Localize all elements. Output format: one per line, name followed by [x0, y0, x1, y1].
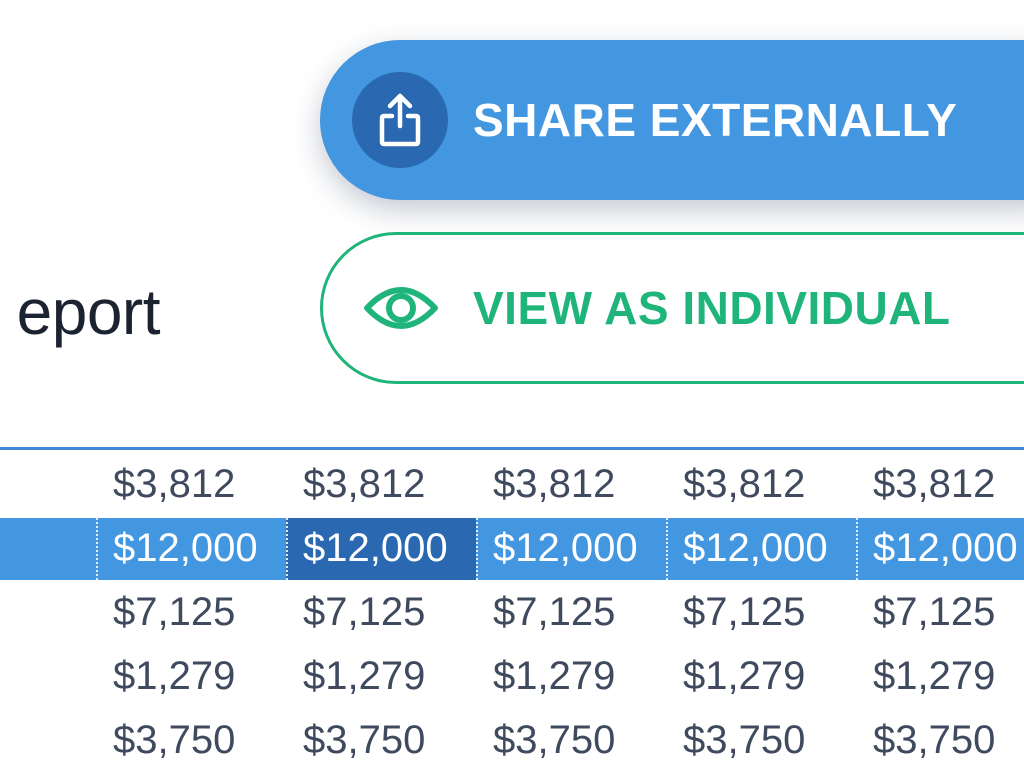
table-cell[interactable]: $7,125 [96, 580, 286, 644]
table-row-highlighted: 000 $12,000 $12,000 $12,000 $12,000 $12,… [0, 516, 1024, 580]
table-row: 25 $7,125 $7,125 $7,125 $7,125 $7,125 [0, 580, 1024, 644]
share-icon-circle [352, 72, 448, 168]
table-row: 50 $3,750 $3,750 $3,750 $3,750 $3,750 [0, 708, 1024, 768]
table-cell[interactable]: $3,812 [856, 452, 1024, 516]
table-cell[interactable]: $3,750 [856, 708, 1024, 768]
share-externally-button[interactable]: SHARE EXTERNALLY [320, 40, 1024, 200]
table-cell[interactable]: 000 [0, 518, 96, 580]
table-cell[interactable]: $3,750 [286, 708, 476, 768]
table-cell[interactable]: $3,750 [476, 708, 666, 768]
table-cell[interactable]: 812 [0, 452, 96, 516]
table-cell[interactable]: $3,750 [666, 708, 856, 768]
table-cell[interactable]: $1,279 [96, 644, 286, 708]
table-cell[interactable]: $12,000 [856, 518, 1024, 580]
table-cell[interactable]: 25 [0, 580, 96, 644]
table-row: 79 $1,279 $1,279 $1,279 $1,279 $1,279 [0, 644, 1024, 708]
eye-icon [364, 287, 438, 329]
share-externally-label: SHARE EXTERNALLY [473, 94, 958, 146]
table-cell[interactable]: $1,279 [856, 644, 1024, 708]
table-cell[interactable]: $1,279 [666, 644, 856, 708]
table-cell[interactable]: $12,000 [666, 518, 856, 580]
table-row: 812 $3,812 $3,812 $3,812 $3,812 $3,812 [0, 452, 1024, 516]
table-cell[interactable]: $1,279 [286, 644, 476, 708]
report-table: 812 $3,812 $3,812 $3,812 $3,812 $3,812 0… [0, 452, 1024, 768]
table-cell[interactable]: $3,812 [476, 452, 666, 516]
table-cell[interactable]: $3,812 [96, 452, 286, 516]
table-cell[interactable]: $3,812 [286, 452, 476, 516]
report-page: eport SHARE EXTERNALLY VIEW AS INDIVIDUA… [0, 0, 1024, 768]
view-as-individual-label: VIEW AS INDIVIDUAL [473, 282, 951, 334]
table-cell[interactable]: $7,125 [286, 580, 476, 644]
table-cell[interactable]: $7,125 [856, 580, 1024, 644]
table-cell[interactable]: $12,000 [476, 518, 666, 580]
share-upload-icon [379, 93, 421, 147]
table-cell[interactable]: $12,000 [96, 518, 286, 580]
view-as-individual-button[interactable]: VIEW AS INDIVIDUAL [320, 232, 1024, 384]
table-cell[interactable]: $3,750 [96, 708, 286, 768]
table-cell[interactable]: $3,812 [666, 452, 856, 516]
table-cell[interactable]: $7,125 [476, 580, 666, 644]
table-cell[interactable]: 50 [0, 708, 96, 768]
table-cell[interactable]: $7,125 [666, 580, 856, 644]
table-cell-selected[interactable]: $12,000 [286, 518, 476, 580]
table-header-rule [0, 447, 1024, 450]
table-cell[interactable]: 79 [0, 644, 96, 708]
page-title: eport [16, 276, 161, 348]
table-cell[interactable]: $1,279 [476, 644, 666, 708]
